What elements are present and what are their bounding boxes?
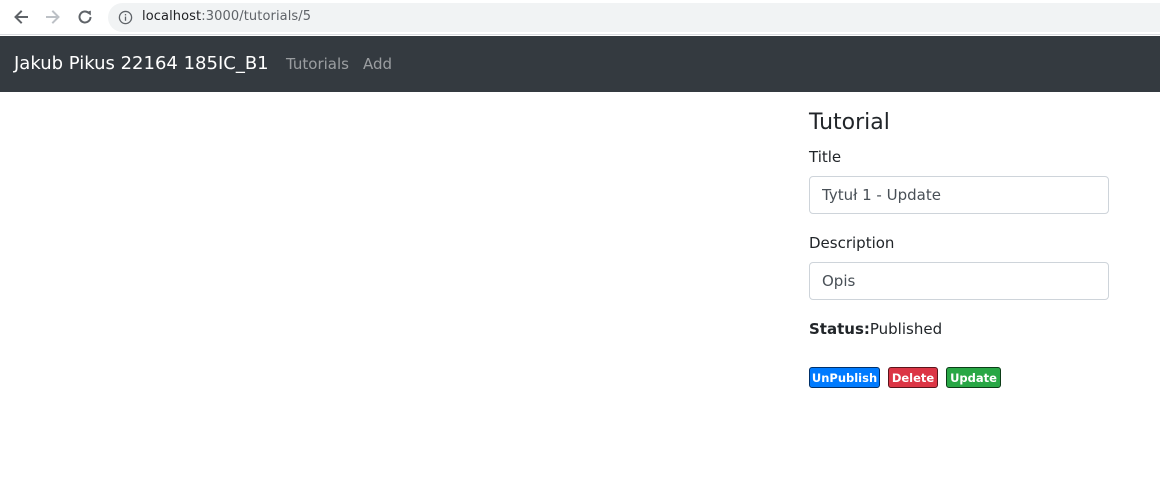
update-button[interactable]: Update — [946, 367, 1001, 388]
status-label: Status: — [809, 320, 870, 338]
title-input[interactable] — [809, 176, 1109, 214]
arrow-left-icon — [14, 10, 28, 24]
unpublish-button[interactable]: UnPublish — [809, 367, 880, 388]
arrow-right-icon — [46, 10, 60, 24]
nav-link-tutorials[interactable]: Tutorials — [286, 55, 349, 73]
title-label: Title — [809, 148, 842, 166]
url-path: :3000/tutorials/5 — [201, 9, 312, 24]
app-navbar: Jakub Pikus 22164 185IC_B1 Tutorials Add — [0, 36, 1160, 92]
status-value: Published — [869, 320, 943, 338]
description-input[interactable] — [809, 262, 1109, 300]
address-bar[interactable]: localhost:3000/tutorials/5 — [108, 3, 1160, 32]
reload-button[interactable] — [74, 6, 96, 28]
delete-button[interactable]: Delete — [888, 367, 938, 388]
reload-icon — [78, 10, 92, 24]
info-icon[interactable] — [118, 10, 133, 25]
nav-link-add[interactable]: Add — [363, 55, 392, 73]
browser-toolbar: localhost:3000/tutorials/5 — [0, 0, 1160, 35]
url-text: localhost:3000/tutorials/5 — [142, 9, 311, 24]
status-line: Status:Published — [809, 320, 942, 338]
forward-button[interactable] — [42, 6, 64, 28]
page-title: Tutorial — [809, 110, 890, 135]
url-host: localhost — [142, 9, 202, 24]
navbar-brand[interactable]: Jakub Pikus 22164 185IC_B1 — [14, 53, 269, 74]
back-button[interactable] — [10, 6, 32, 28]
description-label: Description — [809, 234, 895, 252]
